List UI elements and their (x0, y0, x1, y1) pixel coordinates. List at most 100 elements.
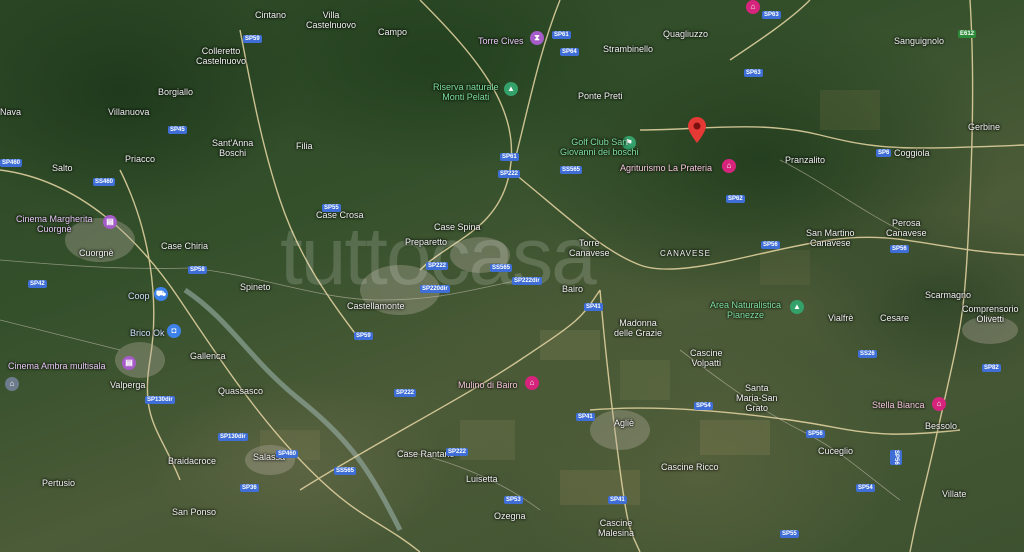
road-shield: SP130dir (145, 396, 175, 404)
highway-shield: E612 (958, 30, 977, 38)
poi-riserva[interactable]: Riserva naturale Monti Pelati (433, 82, 499, 102)
road-shield: SP63 (744, 69, 763, 77)
place-san-ponso: San Ponso (172, 507, 217, 517)
poi-coop[interactable]: Coop (128, 291, 150, 301)
place-santanna: Sant'Anna Boschi (212, 138, 254, 158)
poi-cinema-margherita[interactable]: Cinema Margherita Cuorgnè (16, 214, 93, 234)
museum-icon[interactable]: ⌂ (5, 377, 19, 391)
road-shield: SP82 (982, 364, 1001, 372)
road-shield: SP56 (890, 450, 902, 465)
cinema-icon[interactable]: ▤ (103, 215, 117, 229)
place-priacco: Priacco (125, 154, 156, 164)
place-vialfre: Vialfrè (828, 313, 854, 323)
road-shield: SP130dir (218, 433, 248, 441)
place-bessolo: Bessolo (925, 421, 958, 431)
place-strambinello: Strambinello (603, 44, 654, 54)
road-shield: SP460 (0, 159, 23, 167)
place-ponte-preti: Ponte Preti (578, 91, 623, 101)
place-santa-maria: Santa Maria-San Grato (736, 383, 778, 413)
place-scarmagno: Scarmagno (925, 290, 972, 300)
road-shield: SS565 (334, 467, 357, 475)
shopping-cart-icon[interactable]: ⛟ (154, 287, 168, 301)
place-gerbine: Gerbine (968, 122, 1001, 132)
road-shield: SP61 (552, 31, 571, 39)
poi-comprensorio[interactable]: Comprensorio Olivetti (962, 304, 1019, 324)
road-shield: SP54 (694, 402, 713, 410)
road-shield: SP62 (726, 195, 745, 203)
place-cascine-ricco: Cascine Ricco (661, 462, 719, 472)
hotel-icon[interactable]: ⌂ (746, 0, 760, 14)
road-shield: SP59 (354, 332, 373, 340)
road-shield: SS26 (858, 350, 877, 358)
road-shield: SP45 (168, 126, 187, 134)
park-icon[interactable]: ▲ (504, 82, 518, 96)
place-spineto: Spineto (240, 282, 271, 292)
landmark-icon[interactable]: ⧗ (530, 31, 544, 45)
region-canavese: CANAVESE (660, 249, 711, 258)
place-luisetta: Luisetta (466, 474, 498, 484)
road-shield: SP222 (446, 448, 469, 456)
road-shield: SP59 (243, 35, 262, 43)
place-pertusio: Pertusio (42, 478, 76, 488)
road-shield: SP36 (240, 484, 259, 492)
poi-cinema-ambra[interactable]: Cinema Ambra multisala (8, 361, 106, 371)
place-gallenca: Gallenca (190, 351, 226, 361)
road-shield: SP220dir (420, 285, 450, 293)
location-pin-icon[interactable] (688, 117, 706, 143)
place-cuceglio: Cuceglio (818, 446, 854, 456)
poi-golf-club[interactable]: Golf Club San Giovanni dei boschi (560, 137, 639, 157)
place-cintano: Cintano (255, 10, 287, 20)
place-aglie: Agliè (614, 418, 635, 428)
road-shield: SP222 (426, 262, 449, 270)
place-salto: Salto (52, 163, 73, 173)
place-sanguignolo: Sanguignolo (894, 36, 945, 46)
place-nava: Nava (0, 107, 22, 117)
road-shield: SP54 (856, 484, 875, 492)
place-torre-canavese: Torre Canavese (569, 238, 610, 258)
satellite-map[interactable]: tuttocasa Cintano Villa Castelnuovo Camp… (0, 0, 1024, 552)
place-borgiallo: Borgiallo (158, 87, 194, 97)
road-shield: SP41 (584, 303, 603, 311)
place-ozegna: Ozegna (494, 511, 526, 521)
road-shield: SP58 (188, 266, 207, 274)
road-shield: SS565 (490, 264, 513, 272)
road-shield: SP56 (890, 245, 909, 253)
road-shield: SP41 (576, 413, 595, 421)
road-shield: SP53 (504, 496, 523, 504)
cinema-icon[interactable]: ▤ (122, 356, 136, 370)
park-icon[interactable]: ▲ (790, 300, 804, 314)
place-braidacroce: Braidacroce (168, 456, 217, 466)
poi-torre-cives[interactable]: Torre Cives (478, 36, 524, 46)
place-madonna: Madonna delle Grazie (614, 318, 663, 338)
poi-agriturismo[interactable]: Agriturismo La Prateria (620, 163, 712, 173)
place-cuorgne: Cuorgnè (79, 248, 114, 258)
place-perosa: Perosa Canavese (886, 218, 927, 238)
place-colleretto: Colleretto Castelnuovo (196, 46, 247, 66)
poi-area-naturalistica[interactable]: Area Naturalistica Pianezze (710, 300, 781, 320)
place-quagliuzzo: Quagliuzzo (663, 29, 709, 39)
place-case-chiria: Case Chiria (161, 241, 209, 251)
place-villa-castelnuovo: Villa Castelnuovo (306, 10, 357, 30)
road-shield: SP55 (322, 204, 341, 212)
road-shield: SP56 (806, 430, 825, 438)
road-shield: SP56 (761, 241, 780, 249)
poi-brico[interactable]: Brico Ok (130, 328, 165, 338)
hotel-icon[interactable]: ⌂ (932, 397, 946, 411)
hotel-icon[interactable]: ⌂ (722, 159, 736, 173)
poi-stella-bianca[interactable]: Stella Bianca (872, 400, 925, 410)
place-cesare: Cesare (880, 313, 910, 323)
place-campo: Campo (378, 27, 408, 37)
poi-mulino[interactable]: Mulino di Bairo (458, 380, 518, 390)
hotel-icon[interactable]: ⌂ (525, 376, 539, 390)
road-shield: SP61 (500, 153, 519, 161)
road-shield: SP42 (28, 280, 47, 288)
place-castellamonte: Castellamonte (347, 301, 405, 311)
road-shield: SP55 (780, 530, 799, 538)
place-villanuova: Villanuova (108, 107, 150, 117)
place-cascine-malesina: Cascine Malesina (598, 518, 635, 538)
road-shield: SP6 (876, 149, 892, 157)
place-bairo: Bairo (562, 284, 584, 294)
shopping-bag-icon[interactable]: ◘ (167, 324, 181, 338)
road-shield: SP63 (762, 11, 781, 19)
road-shield: SP222 (498, 170, 521, 178)
